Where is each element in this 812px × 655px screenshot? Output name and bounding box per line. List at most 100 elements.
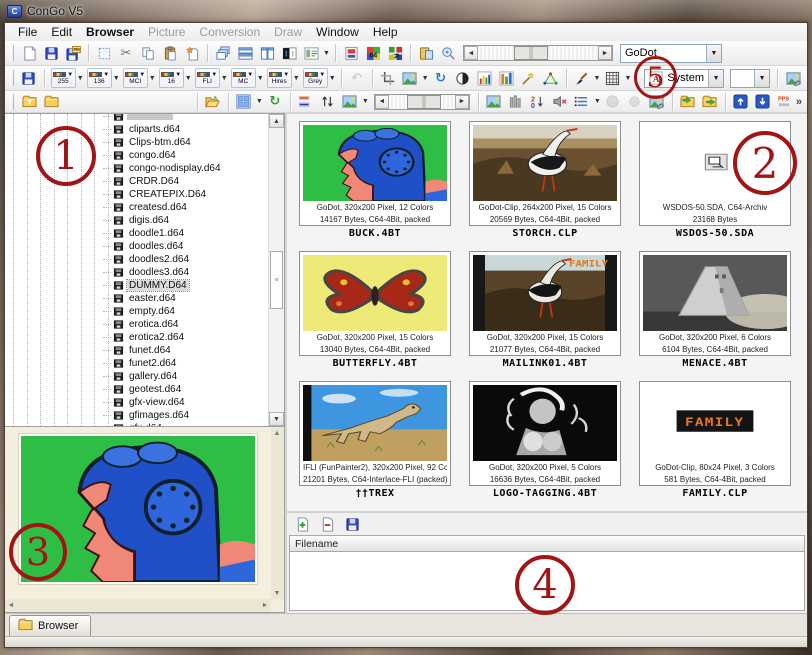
remove-file-button[interactable] <box>316 514 338 535</box>
dropdown-arrow-icon[interactable]: ▼ <box>322 50 331 57</box>
combo-dropdown-icon[interactable]: ▼ <box>706 45 721 62</box>
thumbnail-card[interactable]: IFLI (FunPainter2), 320x200 Pixel, 92 Co… <box>299 381 451 499</box>
scroll-down-icon[interactable]: ▼ <box>269 412 284 426</box>
c64-palette-button[interactable]: 64 <box>362 43 384 64</box>
clipboard-view-button[interactable] <box>415 43 437 64</box>
menu-help[interactable]: Help <box>366 24 405 40</box>
copy-to-folder-button[interactable] <box>677 91 699 112</box>
tree-item[interactable]: digis.d64 <box>103 214 267 227</box>
filter-button[interactable] <box>505 91 527 112</box>
scroll-up-icon[interactable]: ▲ <box>271 427 283 439</box>
dropdown-arrow-icon[interactable]: ▼ <box>184 75 193 82</box>
move-top-button[interactable] <box>730 91 752 112</box>
thumbnail-card[interactable]: GoDot-Clip, 264x200 Pixel, 15 Colors2056… <box>469 121 621 239</box>
add-file-button[interactable] <box>291 514 313 535</box>
slider-right-icon[interactable]: ► <box>455 95 469 109</box>
save-pro-button[interactable]: PRO <box>62 43 84 64</box>
tree-item[interactable]: congo-nodisplay.d64 <box>103 162 267 175</box>
menu-file[interactable]: File <box>11 24 44 40</box>
slider-thumb[interactable] <box>407 95 441 109</box>
tree-item[interactable]: doodles2.d64 <box>103 253 267 266</box>
title-bar[interactable]: C ConGo V5 <box>0 0 812 22</box>
save-file-button[interactable] <box>40 43 62 64</box>
thumbnail-card[interactable]: FAMILYGoDot-Clip, 80x24 Pixel, 3 Colors5… <box>639 381 791 499</box>
paste-as-new-button[interactable] <box>181 43 203 64</box>
thumbnail-view-button[interactable] <box>233 91 255 112</box>
dropdown-arrow-icon[interactable]: ▼ <box>421 75 430 82</box>
slider-left-icon[interactable]: ◄ <box>375 95 389 109</box>
select-region-button[interactable] <box>93 43 115 64</box>
pps-format-button[interactable]: PPS <box>774 91 796 112</box>
dropdown-arrow-icon[interactable]: ▼ <box>328 75 337 82</box>
dropdown-arrow-icon[interactable]: ▼ <box>593 98 602 105</box>
move-bottom-button[interactable] <box>752 91 774 112</box>
disk-image-tree[interactable]: cliparts.d64Clips-btm.d64congo.d64congo-… <box>5 113 285 427</box>
save-4bit-button[interactable] <box>18 68 40 89</box>
dropdown-arrow-icon[interactable]: ▼ <box>361 98 370 105</box>
convert-hires-button[interactable]: ▼Hires <box>267 68 292 88</box>
preview-vscrollbar[interactable]: ▲ ▼ <box>271 427 284 599</box>
tree-item[interactable]: doodles.d64 <box>103 240 267 253</box>
show-image-button[interactable] <box>483 91 505 112</box>
pc-to-c64-button[interactable] <box>384 43 406 64</box>
scroll-down-icon[interactable]: ▼ <box>271 587 283 599</box>
tree-item[interactable]: congo.d64 <box>103 149 267 162</box>
secondary-select[interactable]: ▼ <box>730 69 770 88</box>
move-to-folder-button[interactable] <box>699 91 721 112</box>
tree-scrollbar[interactable]: ▲ ≡ ▼ <box>268 114 284 426</box>
crop-button[interactable] <box>377 68 399 89</box>
save-list-button[interactable] <box>341 514 363 535</box>
thumbnail-card[interactable]: WSDOS-50.SDA, C64-Archiv23168 BytesWSDOS… <box>639 121 791 239</box>
tree-item[interactable]: gallery.d64 <box>103 370 267 383</box>
thumbnail-card[interactable]: GoDot, 320x200 Pixel, 15 Colors13040 Byt… <box>299 251 451 369</box>
preview-hscrollbar[interactable]: ◄ ► <box>5 599 271 612</box>
slider-left-icon[interactable]: ◄ <box>464 46 478 60</box>
tree-item[interactable]: empty.d64 <box>103 305 267 318</box>
filename-column-header[interactable]: Filename <box>289 535 805 552</box>
rotate-button[interactable]: ↻ <box>430 68 452 89</box>
tree-item[interactable]: DUMMY.D64 <box>103 279 267 292</box>
scrollbar-thumb[interactable]: ≡ <box>270 251 283 309</box>
slider-thumb[interactable] <box>514 46 548 60</box>
contrast-button[interactable] <box>452 68 474 89</box>
image-edit-button[interactable] <box>646 91 668 112</box>
cascade-windows-button[interactable] <box>212 43 234 64</box>
refresh-view-button[interactable]: ↻ <box>264 91 286 112</box>
editor-form-button[interactable] <box>340 43 362 64</box>
thumbnail-card[interactable]: FAMILYGoDot, 320x200 Pixel, 15 Colors210… <box>469 251 621 369</box>
new-file-button[interactable] <box>18 43 40 64</box>
convert-grey-button[interactable]: ▼Grey <box>303 68 328 88</box>
color-map-button[interactable] <box>540 68 562 89</box>
menu-browser[interactable]: Browser <box>79 24 141 40</box>
magic-wand-button[interactable] <box>518 68 540 89</box>
combo-dropdown-icon[interactable]: ▼ <box>708 70 723 87</box>
tree-item[interactable]: geotest.d64 <box>103 383 267 396</box>
list-view-button[interactable] <box>571 91 593 112</box>
file-list[interactable] <box>289 552 805 611</box>
dropdown-arrow-icon[interactable]: ▼ <box>623 75 632 82</box>
tree-item[interactable]: funet.d64 <box>103 344 267 357</box>
tree-item[interactable]: Clips-btm.d64 <box>103 136 267 149</box>
folder-up-button[interactable] <box>18 91 40 112</box>
paste-button[interactable] <box>159 43 181 64</box>
scroll-right-icon[interactable]: ► <box>259 599 271 611</box>
tree-item[interactable]: erotica.d64 <box>103 318 267 331</box>
color-balance-button[interactable] <box>399 68 421 89</box>
scroll-left-icon[interactable]: ◄ <box>5 599 17 611</box>
convert-136-button[interactable]: ▼136 <box>87 68 112 88</box>
sort-numeric-button[interactable]: 20 <box>527 91 549 112</box>
convert-16-button[interactable]: ▼16 <box>159 68 184 88</box>
font-select[interactable]: ASystem▼ <box>644 69 724 88</box>
folder-new-button[interactable] <box>40 91 62 112</box>
toolbar-grip[interactable] <box>10 45 14 61</box>
grid-button[interactable] <box>601 68 623 89</box>
tree-item[interactable]: CREATEPIX.D64 <box>103 188 267 201</box>
tree-item[interactable]: erotica2.d64 <box>103 331 267 344</box>
sort-order-button[interactable] <box>317 91 339 112</box>
mute-button[interactable] <box>549 91 571 112</box>
tree-item[interactable]: createsd.d64 <box>103 201 267 214</box>
convert-255-button[interactable]: ▼255 <box>51 68 76 88</box>
convert-mci-button[interactable]: ▼MCI <box>123 68 148 88</box>
tile-vertical-button[interactable] <box>256 43 278 64</box>
split-view-button[interactable] <box>278 43 300 64</box>
